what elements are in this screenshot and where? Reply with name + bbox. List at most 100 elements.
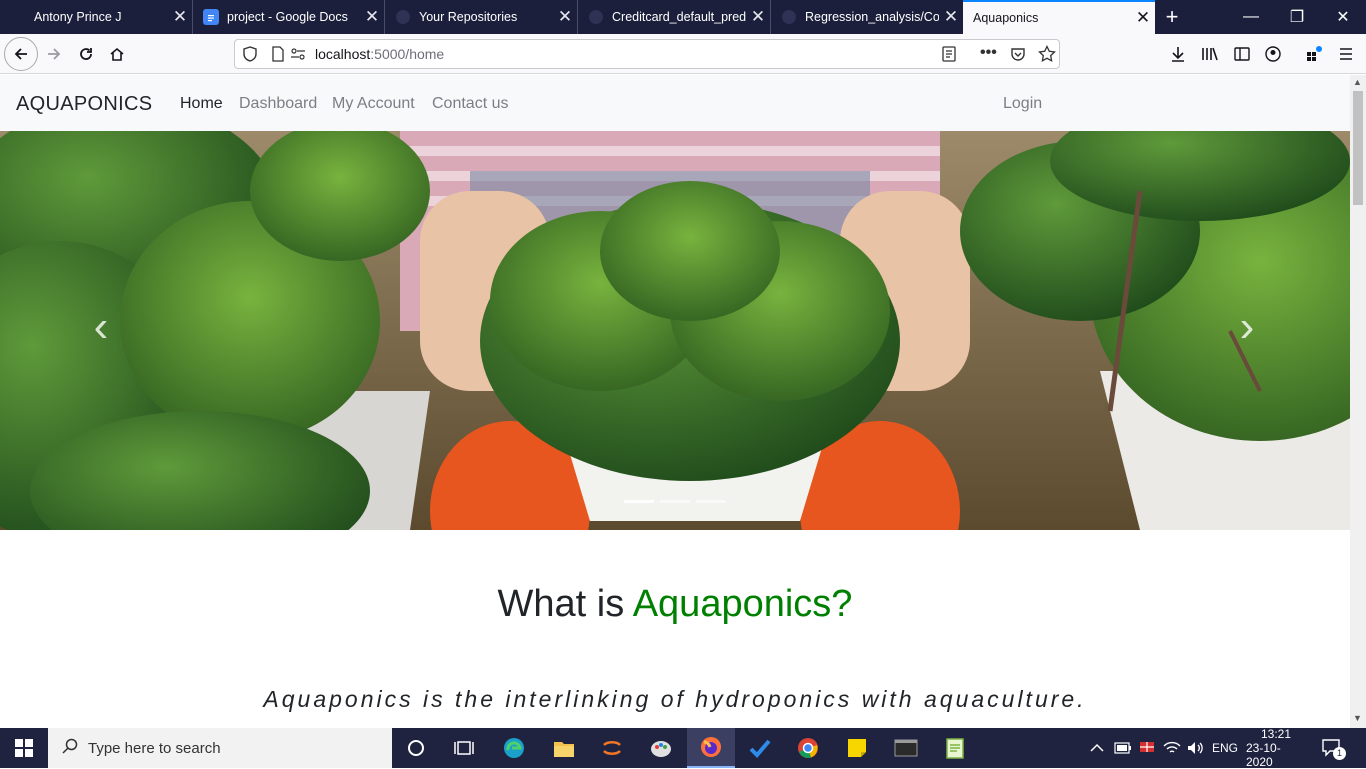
- task-view-button[interactable]: [440, 728, 488, 768]
- paint-app[interactable]: [637, 728, 685, 768]
- task-view-icon: [454, 741, 474, 755]
- carousel-indicator[interactable]: [696, 500, 726, 503]
- reload-button[interactable]: [70, 38, 102, 70]
- clock[interactable]: 13:21 23-10-2020: [1246, 727, 1306, 769]
- home-icon: [110, 47, 124, 61]
- notification-badge: 1: [1333, 747, 1346, 760]
- library-button[interactable]: [1194, 38, 1226, 70]
- speaker-icon: [1188, 742, 1203, 754]
- wifi-icon: [1163, 741, 1181, 753]
- minimize-button[interactable]: —: [1228, 0, 1274, 34]
- page-scrollbar[interactable]: ▲ ▼: [1350, 75, 1366, 728]
- downloads-button[interactable]: [1162, 38, 1194, 70]
- todo-app[interactable]: [736, 728, 784, 768]
- carousel-indicator[interactable]: [660, 500, 690, 503]
- file-explorer-app[interactable]: [540, 728, 588, 768]
- shield-icon[interactable]: [243, 46, 257, 67]
- close-window-button[interactable]: ✕: [1320, 0, 1366, 34]
- jupyter-app[interactable]: [588, 728, 636, 768]
- page-actions-icon[interactable]: •••: [980, 44, 997, 62]
- start-button[interactable]: [0, 728, 48, 768]
- notepad-app[interactable]: [931, 728, 979, 768]
- cortana-button[interactable]: [392, 728, 440, 768]
- close-icon[interactable]: ✕: [939, 7, 963, 27]
- search-placeholder: Type here to search: [88, 739, 221, 757]
- nav-contact-us[interactable]: Contact us: [432, 95, 508, 113]
- tab-antony-prince[interactable]: Antony Prince J ✕: [0, 0, 193, 34]
- notification-center-button[interactable]: 1: [1322, 728, 1346, 768]
- nav-home[interactable]: Home: [180, 95, 223, 113]
- new-tab-button[interactable]: +: [1155, 0, 1189, 34]
- scroll-up-icon[interactable]: ▲: [1353, 77, 1362, 87]
- edge-app[interactable]: [490, 728, 538, 768]
- close-icon[interactable]: ✕: [168, 7, 192, 27]
- close-icon[interactable]: ✕: [553, 7, 577, 27]
- tab-regression-analysis[interactable]: Regression_analysis/Corr ✕: [771, 0, 963, 34]
- windows-taskbar: Type here to search ENG 13:21 23-10-2020…: [0, 727, 1366, 769]
- page-info-icon[interactable]: [271, 46, 285, 67]
- clock-date: 23-10-2020: [1246, 741, 1281, 769]
- brand-logo[interactable]: AQUAPONICS: [16, 93, 152, 116]
- reader-view-icon[interactable]: [941, 46, 957, 67]
- account-button[interactable]: [1257, 38, 1289, 70]
- browser-toolbar: localhost:5000/home •••: [0, 34, 1366, 74]
- extensions-button[interactable]: [1298, 38, 1330, 70]
- network-share-icon: [1140, 742, 1154, 752]
- show-hidden-icons[interactable]: [1090, 728, 1104, 768]
- carousel-prev-icon[interactable]: ‹: [88, 305, 114, 349]
- taskbar-search[interactable]: Type here to search: [48, 728, 392, 768]
- tab-label: Your Repositories: [419, 10, 518, 24]
- nav-dashboard[interactable]: Dashboard: [239, 95, 317, 113]
- battery-status[interactable]: [1114, 728, 1132, 768]
- section-heading: What is Aquaponics?: [0, 583, 1350, 626]
- tab-aquaponics[interactable]: Aquaponics ✕: [963, 0, 1155, 34]
- tab-your-repositories[interactable]: Your Repositories ✕: [385, 0, 578, 34]
- carousel-indicator[interactable]: [624, 500, 654, 503]
- google-docs-icon: [203, 9, 219, 25]
- restore-button[interactable]: ❐: [1274, 0, 1320, 34]
- sticky-note-icon: [848, 739, 866, 757]
- scrollbar-thumb[interactable]: [1353, 91, 1363, 205]
- sidebar-button[interactable]: [1226, 38, 1258, 70]
- language-indicator[interactable]: ENG: [1212, 728, 1238, 768]
- tab-label: Aquaponics: [973, 11, 1039, 25]
- reload-icon: [80, 48, 92, 60]
- tab-google-docs[interactable]: project - Google Docs ✕: [193, 0, 385, 34]
- forward-button[interactable]: [38, 38, 70, 70]
- nav-login[interactable]: Login: [1003, 95, 1042, 113]
- pocket-icon[interactable]: [1010, 46, 1026, 67]
- close-icon[interactable]: ✕: [360, 7, 384, 27]
- tab-creditcard-default[interactable]: Creditcard_default_predi ✕: [578, 0, 771, 34]
- chevron-up-icon: [1090, 743, 1104, 752]
- account-icon: [1265, 46, 1281, 62]
- home-button[interactable]: [101, 38, 133, 70]
- terminal-app[interactable]: [882, 728, 930, 768]
- back-arrow-icon: [14, 48, 27, 60]
- close-icon[interactable]: ✕: [746, 7, 770, 27]
- scroll-down-icon[interactable]: ▼: [1353, 713, 1362, 723]
- sticky-notes-app[interactable]: [833, 728, 881, 768]
- github-icon: [395, 9, 411, 25]
- back-button[interactable]: [4, 37, 38, 71]
- carousel-next-icon[interactable]: ›: [1234, 305, 1260, 349]
- permissions-icon[interactable]: [290, 46, 306, 67]
- network-share-status[interactable]: [1138, 728, 1156, 768]
- firefox-app[interactable]: [687, 728, 735, 768]
- site-navbar: AQUAPONICS Home Dashboard My Account Con…: [0, 75, 1350, 131]
- heading-accent: Aquaponics?: [632, 583, 853, 625]
- bookmark-star-icon[interactable]: [1038, 44, 1056, 68]
- address-bar[interactable]: localhost:5000/home •••: [234, 39, 1060, 69]
- wifi-status[interactable]: [1163, 728, 1181, 768]
- clock-time: 13:21: [1260, 727, 1292, 741]
- cortana-icon: [408, 740, 424, 756]
- volume-control[interactable]: [1187, 728, 1205, 768]
- nav-my-account[interactable]: My Account: [332, 95, 415, 113]
- close-icon[interactable]: ✕: [1131, 8, 1155, 28]
- chrome-app[interactable]: [784, 728, 832, 768]
- url-text[interactable]: localhost:5000/home: [315, 46, 444, 62]
- search-icon: [62, 738, 78, 759]
- terminal-icon: [894, 739, 918, 757]
- sidebar-icon: [1234, 47, 1250, 61]
- menu-button[interactable]: [1330, 38, 1362, 70]
- battery-icon: [1114, 742, 1131, 754]
